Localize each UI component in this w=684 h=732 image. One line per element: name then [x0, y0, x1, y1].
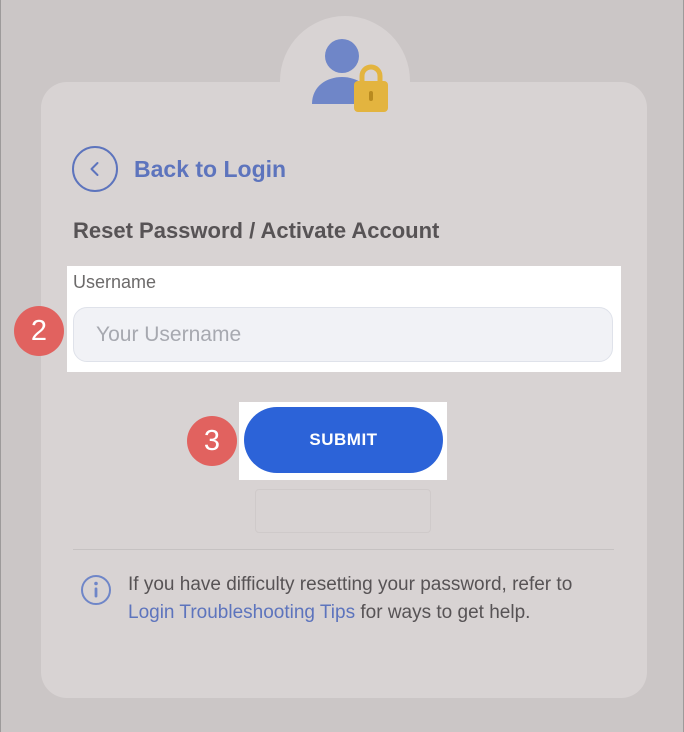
back-button[interactable] — [72, 146, 118, 192]
username-input[interactable] — [73, 307, 613, 362]
back-to-login-link[interactable]: Back to Login — [72, 146, 286, 192]
submit-button[interactable]: SUBMIT — [244, 407, 443, 473]
troubleshooting-tips-link[interactable]: Login Troubleshooting Tips — [128, 602, 355, 623]
info-icon — [81, 575, 111, 605]
help-note: If you have difficulty resetting your pa… — [128, 571, 598, 627]
step-badge-2: 2 — [14, 306, 64, 356]
chevron-left-icon — [90, 162, 99, 176]
user-lock-icon — [312, 39, 388, 112]
page-title: Reset Password / Activate Account — [73, 218, 440, 243]
back-to-login-label[interactable]: Back to Login — [134, 156, 286, 183]
divider — [73, 549, 614, 550]
help-note-text-before: If you have difficulty resetting your pa… — [128, 574, 573, 595]
help-note-text-after: for ways to get help. — [355, 602, 531, 623]
page-frame: Back to Login Reset Password / Activate … — [0, 0, 684, 732]
captcha-placeholder — [255, 489, 431, 533]
username-label: Username — [73, 272, 157, 292]
step-badge-3: 3 — [187, 416, 237, 466]
